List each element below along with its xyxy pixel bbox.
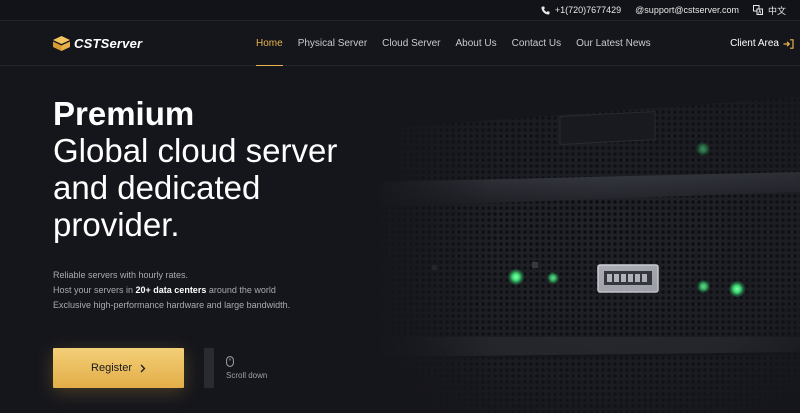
data-centers-highlight: 20+ data centers bbox=[135, 285, 207, 295]
phone-icon bbox=[541, 5, 550, 15]
scroll-down-label: Scroll down bbox=[226, 371, 268, 380]
hero-desc-line1: Reliable servers with hourly rates. bbox=[53, 270, 189, 280]
main-nav: Home Physical Server Cloud Server About … bbox=[256, 22, 651, 66]
scroll-indicator-bar[interactable] bbox=[204, 348, 214, 388]
phone-number: +1(720)7677429 bbox=[554, 5, 622, 15]
hero-title: Premium Global cloud server and dedicate… bbox=[53, 95, 337, 243]
logo-icon bbox=[53, 36, 70, 51]
language-label: 中文 bbox=[767, 5, 786, 16]
phone-contact[interactable]: +1(720)7677429 bbox=[541, 5, 621, 15]
top-info-bar: +1(720)7677429 @support@cstserver.com 中文 bbox=[0, 0, 800, 21]
translate-icon bbox=[752, 5, 763, 15]
status-led-1 bbox=[508, 269, 524, 285]
client-area-link[interactable]: Client Area bbox=[730, 38, 794, 49]
register-label: Register bbox=[91, 362, 132, 374]
status-led-4 bbox=[729, 281, 745, 297]
hero-description: Reliable servers with hourly rates. Host… bbox=[53, 268, 290, 313]
main-header: CSTServer Home Physical Server Cloud Ser… bbox=[0, 22, 800, 66]
login-arrow-icon bbox=[783, 38, 794, 49]
nav-home[interactable]: Home bbox=[256, 22, 283, 66]
language-switcher[interactable]: 中文 bbox=[752, 4, 786, 17]
hero-desc-line3: Exclusive high-performance hardware and … bbox=[53, 300, 291, 310]
email-contact[interactable]: @support@cstserver.com bbox=[635, 5, 739, 15]
nav-latest-news[interactable]: Our Latest News bbox=[576, 22, 650, 66]
register-button[interactable]: Register bbox=[53, 348, 184, 388]
hero-desc-line2: Host your servers in 20+ data centers ar… bbox=[53, 283, 290, 298]
hero-desc-line2-post: around the world bbox=[206, 285, 276, 295]
server-rack-image bbox=[360, 67, 800, 413]
client-area-label: Client Area bbox=[730, 38, 779, 49]
status-led-2 bbox=[547, 272, 559, 284]
hero-title-line3: and dedicated bbox=[53, 169, 261, 206]
email-address: @support@cstserver.com bbox=[635, 5, 739, 15]
hero-title-line4: provider. bbox=[53, 206, 180, 243]
hero-title-bold: Premium bbox=[53, 95, 195, 132]
nav-cloud-server[interactable]: Cloud Server bbox=[382, 22, 440, 66]
logo-text: CSTServer bbox=[74, 36, 143, 51]
nav-about-us[interactable]: About Us bbox=[456, 22, 497, 66]
mouse-icon bbox=[226, 356, 234, 367]
hero-title-line2: Global cloud server bbox=[53, 132, 338, 169]
nav-physical-server[interactable]: Physical Server bbox=[298, 22, 367, 66]
scroll-down-hint[interactable]: Scroll down bbox=[226, 356, 267, 380]
chevron-right-icon bbox=[140, 364, 146, 372]
status-led-3 bbox=[697, 280, 710, 293]
nav-contact-us[interactable]: Contact Us bbox=[512, 22, 561, 66]
server-rack-illustration bbox=[360, 67, 800, 413]
hero-desc-line2-pre: Host your servers in bbox=[53, 285, 136, 295]
logo[interactable]: CSTServer bbox=[53, 36, 142, 51]
status-led-5 bbox=[696, 142, 710, 156]
